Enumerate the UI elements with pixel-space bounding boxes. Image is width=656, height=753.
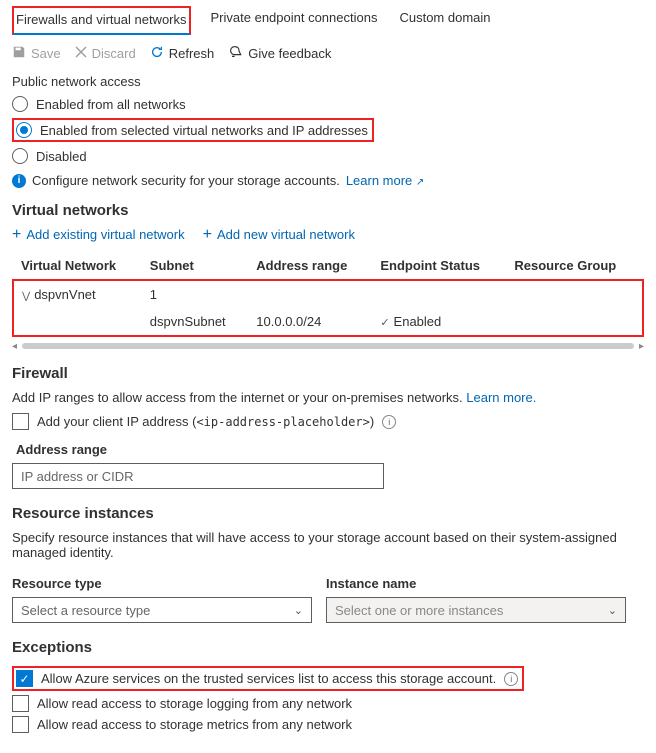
- firewall-heading: Firewall: [12, 365, 644, 382]
- instance-name-label: Instance name: [326, 576, 626, 591]
- feedback-button[interactable]: Give feedback: [228, 45, 331, 62]
- col-endpoint-status[interactable]: Endpoint Status: [372, 252, 506, 280]
- discard-button[interactable]: Discard: [75, 46, 136, 61]
- col-virtual-network[interactable]: Virtual Network: [13, 252, 142, 280]
- save-button[interactable]: Save: [12, 45, 61, 62]
- radio-disabled[interactable]: Disabled: [12, 145, 644, 167]
- resource-type-label: Resource type: [12, 576, 312, 591]
- chevron-down-icon: ⌄: [608, 604, 617, 617]
- add-new-vnet-button[interactable]: +Add new virtual network: [203, 227, 355, 242]
- vnet-heading: Virtual networks: [12, 202, 644, 219]
- horizontal-scrollbar[interactable]: ◂▸: [12, 341, 644, 351]
- vnet-table: Virtual Network Subnet Address range End…: [12, 252, 644, 337]
- instance-name-select[interactable]: Select one or more instances ⌄: [326, 597, 626, 623]
- info-icon: i: [12, 174, 26, 188]
- resource-type-select[interactable]: Select a resource type ⌄: [12, 597, 312, 623]
- info-text: Configure network security for your stor…: [32, 173, 340, 188]
- col-resource-group[interactable]: Resource Group: [506, 252, 643, 280]
- refresh-icon: [150, 45, 164, 62]
- resource-instances-heading: Resource instances: [12, 505, 644, 522]
- refresh-button[interactable]: Refresh: [150, 45, 215, 62]
- table-row[interactable]: dspvnSubnet 10.0.0.0/24 ✓Enabled: [13, 308, 643, 336]
- public-access-heading: Public network access: [12, 74, 644, 89]
- radio-selected-networks[interactable]: Enabled from selected virtual networks a…: [12, 118, 374, 142]
- info-icon[interactable]: i: [382, 415, 396, 429]
- chevron-down-icon[interactable]: ⋁: [22, 291, 30, 302]
- radio-all-networks[interactable]: Enabled from all networks: [12, 93, 644, 115]
- chevron-down-icon: ⌄: [294, 604, 303, 617]
- address-range-input[interactable]: [12, 463, 384, 489]
- exceptions-heading: Exceptions: [12, 639, 644, 656]
- tab-private-endpoints[interactable]: Private endpoint connections: [209, 6, 380, 35]
- check-icon: ✓: [380, 317, 389, 329]
- firewall-learn-more-link[interactable]: Learn more.: [466, 390, 536, 405]
- resource-instances-desc: Specify resource instances that will hav…: [12, 530, 644, 560]
- exception-metrics-checkbox[interactable]: Allow read access to storage metrics fro…: [12, 714, 644, 735]
- external-link-icon: ↗: [416, 177, 424, 188]
- col-address-range[interactable]: Address range: [248, 252, 372, 280]
- add-client-ip-checkbox[interactable]: Add your client IP address (<ip-address-…: [12, 411, 644, 432]
- plus-icon: +: [12, 228, 21, 242]
- table-row[interactable]: ⋁dspvnVnet 1: [13, 280, 643, 308]
- address-range-label: Address range: [16, 442, 644, 457]
- plus-icon: +: [203, 228, 212, 242]
- feedback-icon: [228, 45, 243, 62]
- exception-logging-checkbox[interactable]: Allow read access to storage logging fro…: [12, 693, 644, 714]
- info-icon[interactable]: i: [504, 672, 518, 686]
- tab-firewalls[interactable]: Firewalls and virtual networks: [12, 6, 191, 35]
- learn-more-link[interactable]: Learn more ↗: [346, 173, 425, 188]
- save-icon: [12, 45, 26, 62]
- tab-custom-domain[interactable]: Custom domain: [397, 6, 492, 35]
- exception-trusted-services-checkbox[interactable]: ✓ Allow Azure services on the trusted se…: [12, 666, 524, 691]
- firewall-desc: Add IP ranges to allow access from the i…: [12, 390, 463, 405]
- add-existing-vnet-button[interactable]: +Add existing virtual network: [12, 227, 185, 242]
- close-icon: [75, 46, 87, 61]
- col-subnet[interactable]: Subnet: [142, 252, 249, 280]
